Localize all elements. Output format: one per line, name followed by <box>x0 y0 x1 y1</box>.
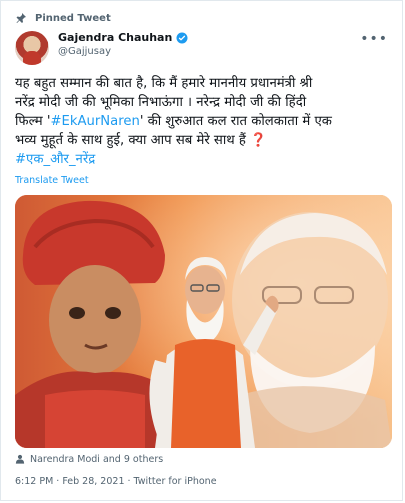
author-handle[interactable]: @Gajjusay <box>58 45 188 58</box>
tweet-timestamp[interactable]: 6:12 PM · Feb 28, 2021 · Twitter for iPh… <box>15 476 217 487</box>
tweet-text: यह बहुत सम्मान की बात है, कि मैं हमारे म… <box>15 74 391 169</box>
more-options-icon[interactable]: ••• <box>360 31 388 47</box>
author-name[interactable]: Gajendra Chauhan <box>58 31 172 45</box>
tagged-label[interactable]: Narendra Modi and 9 others <box>30 454 163 465</box>
verified-badge-icon <box>176 32 188 44</box>
question-mark-emoji: ❓ <box>250 133 267 148</box>
person-tag-icon <box>15 454 25 464</box>
translate-tweet-link[interactable]: Translate Tweet <box>15 175 89 186</box>
tweet-image[interactable] <box>15 195 392 448</box>
hashtag-ek-aur-narendra[interactable]: #एक_और_नरेंद्र <box>15 152 95 167</box>
author-block[interactable]: Gajendra Chauhan @Gajjusay <box>58 31 188 58</box>
tweet-line: यह बहुत सम्मान की बात है, कि मैं हमारे म… <box>15 76 313 91</box>
pin-icon <box>16 13 26 23</box>
tagged-people[interactable]: Narendra Modi and 9 others <box>15 452 163 466</box>
tweet-line: नरेंद्र मोदी जी की भूमिका निभाऊंगा । नरे… <box>15 95 307 110</box>
hashtag-ekaurnaren[interactable]: #EkAurNaren <box>50 114 139 129</box>
pinned-indicator: Pinned Tweet <box>15 9 111 27</box>
tweet-card[interactable]: Pinned Tweet Gajendra Chauhan @Gajjusay … <box>0 0 403 501</box>
poster-illustration <box>15 195 392 448</box>
tweet-line: फिल्म '#EkAurNaren' की शुरुआत कल रात कोल… <box>15 114 332 129</box>
pinned-label: Pinned Tweet <box>35 12 111 24</box>
avatar[interactable] <box>15 31 49 65</box>
tweet-line: भव्य मुहूर्त के साथ हुई, क्या आप सब मेरे… <box>15 133 267 148</box>
